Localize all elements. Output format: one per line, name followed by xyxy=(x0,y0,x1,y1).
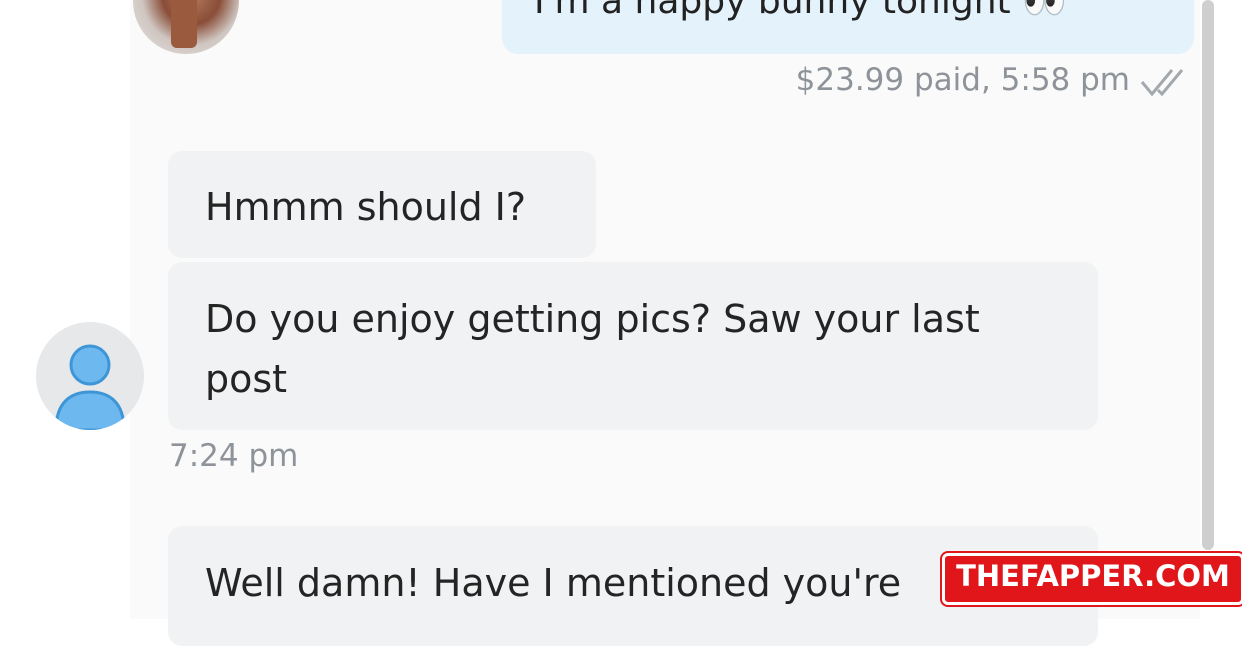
incoming-message-bubble[interactable]: Hmmm should I? xyxy=(168,151,596,258)
outgoing-message-text: I'm a happy bunny tonight 👀 xyxy=(534,0,1067,22)
scrollbar[interactable] xyxy=(1202,0,1214,550)
incoming-message-text: Hmmm should I? xyxy=(205,185,527,229)
incoming-message-text: Do you enjoy getting pics? Saw your last… xyxy=(205,297,980,401)
user-avatar[interactable] xyxy=(36,322,144,430)
person-icon xyxy=(54,344,126,430)
incoming-message-bubble[interactable]: Do you enjoy getting pics? Saw your last… xyxy=(168,262,1098,430)
watermark-text: THEFAPPER.COM xyxy=(956,559,1230,593)
outgoing-message-bubble[interactable]: I'm a happy bunny tonight 👀 xyxy=(502,0,1194,54)
message-meta: $23.99 paid, 5:58 pm xyxy=(795,62,1130,98)
double-check-icon xyxy=(1140,69,1184,97)
incoming-message-text: Well damn! Have I mentioned you're xyxy=(205,561,902,605)
watermark-badge: THEFAPPER.COM xyxy=(942,553,1242,605)
avatar-photo-figure xyxy=(171,0,197,48)
message-time: 7:24 pm xyxy=(169,438,299,474)
